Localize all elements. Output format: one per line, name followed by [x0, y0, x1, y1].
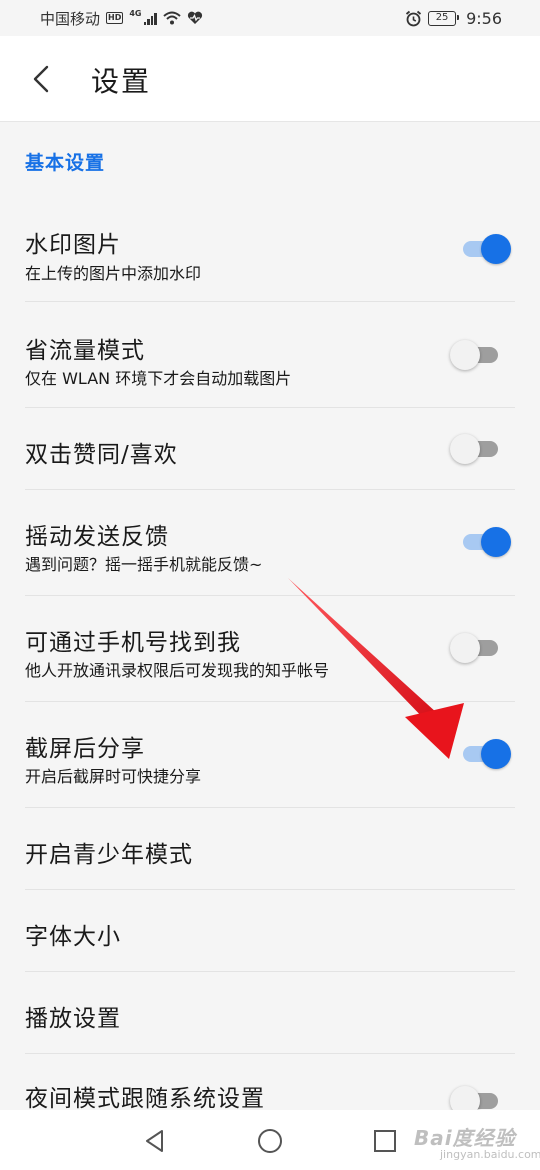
wifi-icon: [162, 11, 181, 25]
setting-row-screenshot-share[interactable]: 截屏后分享 开启后截屏时可快捷分享: [0, 702, 540, 808]
setting-subtitle: 开启后截屏时可快捷分享: [25, 767, 202, 786]
setting-row-watermark[interactable]: 水印图片 在上传的图片中添加水印: [0, 190, 540, 302]
toggle-switch-watermark[interactable]: [450, 234, 511, 264]
setting-title: 夜间模式跟随系统设置: [25, 1086, 265, 1110]
setting-title: 字体大小: [25, 924, 121, 950]
status-left: 中国移动 HD 4G: [40, 8, 203, 29]
setting-row-find-by-phone[interactable]: 可通过手机号找到我 他人开放通讯录权限后可发现我的知乎帐号: [0, 596, 540, 702]
toggle-knob: [481, 234, 511, 264]
setting-subtitle: 遇到问题？摇一摇手机就能反馈~: [25, 555, 263, 574]
status-bar: 中国移动 HD 4G 25 9:56: [0, 0, 540, 36]
triangle-back-icon: [146, 1130, 163, 1152]
circle-home-icon: [258, 1129, 282, 1153]
setting-subtitle: 在上传的图片中添加水印: [25, 264, 202, 283]
setting-subtitle: 他人开放通讯录权限后可发现我的知乎帐号: [25, 661, 330, 680]
nav-back-button[interactable]: [140, 1126, 170, 1156]
section-header-basic: 基本设置: [25, 152, 106, 174]
toggle-knob: [450, 633, 480, 663]
back-button[interactable]: [28, 63, 54, 95]
alarm-icon: [405, 10, 422, 26]
battery-icon: 25: [428, 10, 460, 26]
setting-subtitle: 仅在 WLAN 环境下才会自动加载图片: [25, 369, 292, 388]
setting-row-night-mode[interactable]: 夜间模式跟随系统设置: [0, 1054, 540, 1110]
network-type: 4G: [129, 8, 142, 18]
carrier-name: 中国移动: [40, 9, 101, 28]
nav-home-button[interactable]: [255, 1126, 285, 1156]
page-title: 设置: [91, 65, 152, 98]
setting-row-teen-mode[interactable]: 开启青少年模式: [0, 808, 540, 890]
setting-title: 省流量模式: [25, 338, 145, 364]
nav-recents-button[interactable]: [370, 1126, 400, 1156]
hd-badge: HD: [106, 12, 124, 24]
setting-title: 播放设置: [25, 1006, 121, 1032]
toggle-knob: [450, 434, 480, 464]
setting-row-playback[interactable]: 播放设置: [0, 972, 540, 1054]
signal-icon: [143, 12, 157, 25]
app-header: 设置: [0, 36, 540, 122]
setting-title: 截屏后分享: [25, 736, 145, 762]
setting-row-data-saver[interactable]: 省流量模式 仅在 WLAN 环境下才会自动加载图片: [0, 302, 540, 408]
square-recents-icon: [374, 1130, 396, 1152]
settings-content[interactable]: 基本设置 水印图片 在上传的图片中添加水印 省流量模式 仅在 WLAN 环境下才…: [0, 122, 540, 1110]
toggle-knob: [481, 527, 511, 557]
toggle-switch-double-tap[interactable]: [450, 434, 500, 464]
toggle-switch-find-by-phone[interactable]: [450, 633, 500, 663]
setting-title: 摇动发送反馈: [25, 524, 169, 550]
toggle-switch-shake-feedback[interactable]: [450, 527, 511, 557]
setting-title: 双击赞同/喜欢: [25, 442, 178, 468]
toggle-switch-night-mode[interactable]: [450, 1086, 500, 1110]
setting-row-double-tap[interactable]: 双击赞同/喜欢: [0, 408, 540, 490]
heart-rate-icon: [187, 11, 202, 24]
toggle-knob: [450, 340, 480, 370]
setting-title: 开启青少年模式: [25, 842, 193, 868]
setting-title: 水印图片: [25, 232, 121, 258]
toggle-knob: [450, 1086, 480, 1110]
setting-row-shake-feedback[interactable]: 摇动发送反馈 遇到问题？摇一摇手机就能反馈~: [0, 490, 540, 596]
watermark-brand: Bai度经验: [414, 1126, 516, 1150]
clock-time: 9:56: [466, 8, 502, 28]
toggle-switch-data-saver[interactable]: [450, 340, 500, 370]
status-right: 25 9:56: [405, 9, 502, 28]
watermark-url: jingyan.baidu.com: [440, 1148, 540, 1161]
toggle-knob: [481, 739, 511, 769]
toggle-switch-screenshot-share[interactable]: [450, 739, 511, 769]
setting-row-font-size[interactable]: 字体大小: [0, 890, 540, 972]
setting-title: 可通过手机号找到我: [25, 630, 241, 656]
chevron-left-icon: [33, 65, 49, 93]
